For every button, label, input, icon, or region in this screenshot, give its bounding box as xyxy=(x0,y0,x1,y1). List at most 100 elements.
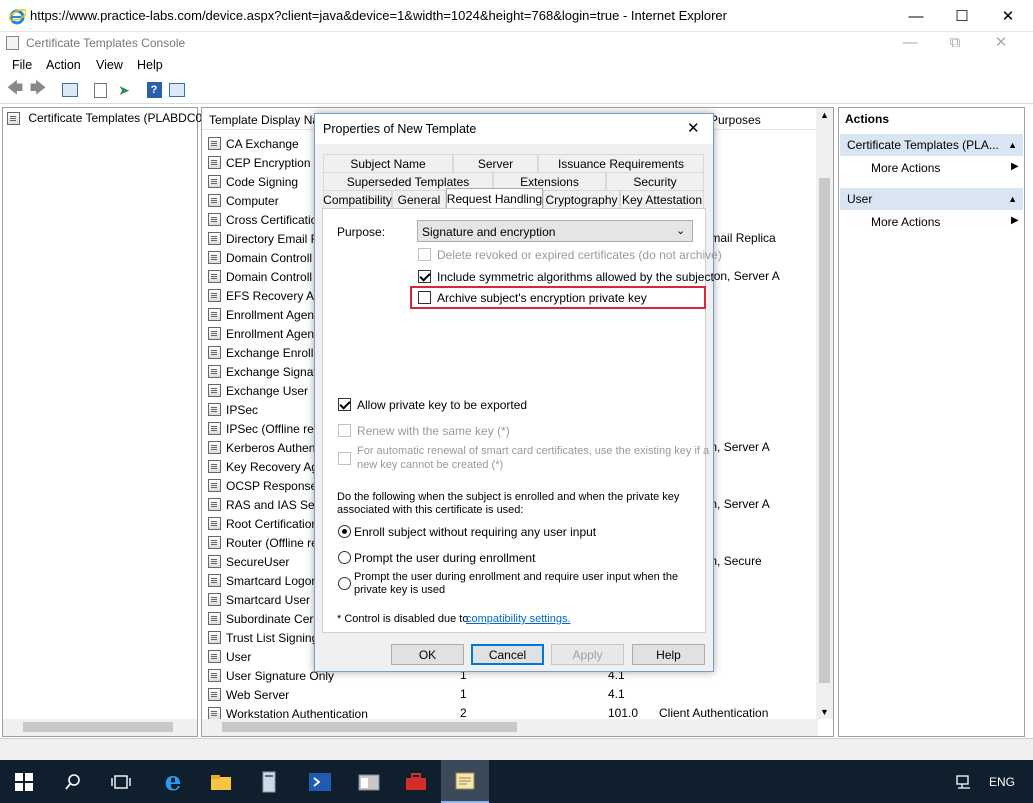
up-one-level-icon[interactable] xyxy=(60,80,80,100)
table-row[interactable]: Exchange Signat xyxy=(208,362,317,381)
menu-help[interactable]: Help xyxy=(137,58,163,72)
mmc-console-icon[interactable] xyxy=(345,760,393,803)
prompt-user-radio[interactable] xyxy=(338,551,351,564)
menu-file[interactable]: File xyxy=(12,58,32,72)
browser-title-bar: https://www.practice-labs.com/device.asp… xyxy=(0,0,1033,32)
enroll-without-input-radio[interactable] xyxy=(338,525,351,538)
renew-same-key-checkbox[interactable] xyxy=(338,424,351,437)
back-arrow-icon[interactable]: 🡄 xyxy=(5,80,25,100)
tab-cryptography[interactable]: Cryptography xyxy=(543,190,620,208)
table-row[interactable]: Domain Controll xyxy=(208,248,312,267)
file-explorer-icon[interactable] xyxy=(197,760,245,803)
delete-revoked-checkbox[interactable] xyxy=(418,248,431,261)
dialog-close-icon[interactable]: ✕ xyxy=(687,119,700,137)
column-intended-purposes[interactable]: Purposes xyxy=(710,113,761,127)
table-row[interactable]: Kerberos Authent xyxy=(208,438,319,457)
tab-server[interactable]: Server xyxy=(453,154,538,172)
list-vertical-scrollbar[interactable]: ▲ ▼ xyxy=(816,108,833,719)
template-name: Domain Controll xyxy=(226,269,313,284)
help-icon[interactable]: ? xyxy=(144,80,164,100)
cancel-button[interactable]: Cancel xyxy=(471,644,544,665)
certificate-templates-taskbar-icon[interactable] xyxy=(441,760,489,803)
start-button[interactable] xyxy=(0,760,48,803)
table-row[interactable]: Key Recovery Ag xyxy=(208,457,318,476)
template-name: Computer xyxy=(226,193,279,208)
table-row[interactable]: Exchange Enroll xyxy=(208,343,313,362)
table-row[interactable]: Smartcard User xyxy=(208,590,310,609)
tab-key-attestation[interactable]: Key Attestation xyxy=(620,190,704,208)
template-minor-cell: 4.1 xyxy=(608,687,625,701)
table-row[interactable]: Computer xyxy=(208,191,279,210)
network-icon[interactable] xyxy=(950,760,980,803)
table-row[interactable]: User xyxy=(208,647,251,666)
template-name: CA Exchange xyxy=(226,136,299,151)
prompt-require-input-radio[interactable] xyxy=(338,577,351,590)
menu-action[interactable]: Action xyxy=(46,58,81,72)
tab-issuance-requirements[interactable]: Issuance Requirements xyxy=(538,154,704,172)
template-name: IPSec xyxy=(226,402,259,417)
table-row[interactable]: IPSec xyxy=(208,400,258,419)
input-language-indicator[interactable]: ENG xyxy=(982,760,1022,803)
task-view-icon[interactable] xyxy=(97,760,145,803)
table-row[interactable]: IPSec (Offline rec xyxy=(208,419,320,438)
table-row[interactable]: EFS Recovery Age xyxy=(208,286,327,305)
purpose-dropdown[interactable]: Signature and encryption ⌄ xyxy=(417,220,693,242)
table-row[interactable]: Root Certification xyxy=(208,514,318,533)
table-row[interactable]: Subordinate Cert xyxy=(208,609,317,628)
table-row[interactable]: Router (Offline re xyxy=(208,533,318,552)
properties-icon[interactable] xyxy=(90,80,110,100)
table-row[interactable]: CA Exchange xyxy=(208,134,299,153)
column-template-display-name[interactable]: Template Display Na xyxy=(209,113,319,127)
table-row[interactable]: OCSP Response S xyxy=(208,476,329,495)
table-row[interactable]: Enrollment Agen xyxy=(208,305,314,324)
table-row[interactable]: Code Signing xyxy=(208,172,298,191)
toolbox-icon[interactable] xyxy=(392,760,440,803)
template-name: Exchange User xyxy=(226,383,309,398)
purpose-dropdown-value: Signature and encryption xyxy=(422,225,556,239)
actions-section-templates[interactable]: Certificate Templates (PLA... ▲ xyxy=(840,134,1023,156)
server-manager-icon[interactable] xyxy=(245,760,293,803)
table-row[interactable]: CEP Encryption xyxy=(208,153,311,172)
list-horizontal-scrollbar[interactable] xyxy=(202,719,818,736)
table-row[interactable]: Enrollment Agen xyxy=(208,324,314,343)
tree-horizontal-scrollbar[interactable] xyxy=(3,719,197,736)
prompt-require-input-label-line1: Prompt the user during enrollment and re… xyxy=(354,571,679,583)
table-row[interactable]: Smartcard Logon xyxy=(208,571,318,590)
request-handling-panel: Purpose: Signature and encryption ⌄ Dele… xyxy=(322,208,722,633)
forward-arrow-icon[interactable]: 🡆 xyxy=(28,80,48,100)
powershell-icon[interactable] xyxy=(296,760,344,803)
table-row[interactable]: Web Server xyxy=(208,685,289,704)
template-icon xyxy=(208,175,221,188)
compatibility-settings-link[interactable]: compatibility settings. xyxy=(466,613,571,625)
table-row[interactable]: SecureUser xyxy=(208,552,289,571)
footnote: * Control is disabled due to xyxy=(337,613,469,625)
help-button[interactable]: Help xyxy=(632,644,705,665)
ok-button[interactable]: OK xyxy=(391,644,464,665)
table-row[interactable]: RAS and IAS Serv xyxy=(208,495,325,514)
internet-explorer-taskbar-icon[interactable]: e xyxy=(149,760,197,803)
menu-view[interactable]: View xyxy=(96,58,123,72)
archive-key-checkbox[interactable] xyxy=(418,291,431,304)
table-row[interactable]: Cross Certification xyxy=(208,210,324,229)
tab-subject-name[interactable]: Subject Name xyxy=(323,154,453,172)
allow-export-checkbox[interactable] xyxy=(338,398,351,411)
tree-root-item[interactable]: Certificate Templates (PLABDC0 xyxy=(7,111,202,126)
show-hide-action-pane-icon[interactable] xyxy=(167,80,187,100)
export-list-icon[interactable]: ➤ xyxy=(114,80,134,100)
table-row[interactable]: Domain Controll xyxy=(208,267,312,286)
more-actions-user[interactable]: More Actions xyxy=(871,215,940,229)
tab-general[interactable]: General xyxy=(392,190,446,208)
tab-security[interactable]: Security xyxy=(606,172,704,190)
search-icon[interactable] xyxy=(49,760,97,803)
include-symmetric-checkbox[interactable] xyxy=(418,270,431,283)
table-row[interactable]: Trust List Signing xyxy=(208,628,318,647)
more-actions-templates[interactable]: More Actions xyxy=(871,161,940,175)
tab-request-handling[interactable]: Request Handling xyxy=(446,188,543,208)
template-icon xyxy=(208,346,221,359)
table-row[interactable]: Exchange User xyxy=(208,381,308,400)
auto-renewal-checkbox[interactable] xyxy=(338,452,351,465)
actions-section-user[interactable]: User ▲ xyxy=(840,188,1023,210)
dialog-title-bar: Properties of New Template ✕ xyxy=(315,114,713,144)
tab-compatibility[interactable]: Compatibility xyxy=(323,190,392,208)
apply-button[interactable]: Apply xyxy=(551,644,624,665)
